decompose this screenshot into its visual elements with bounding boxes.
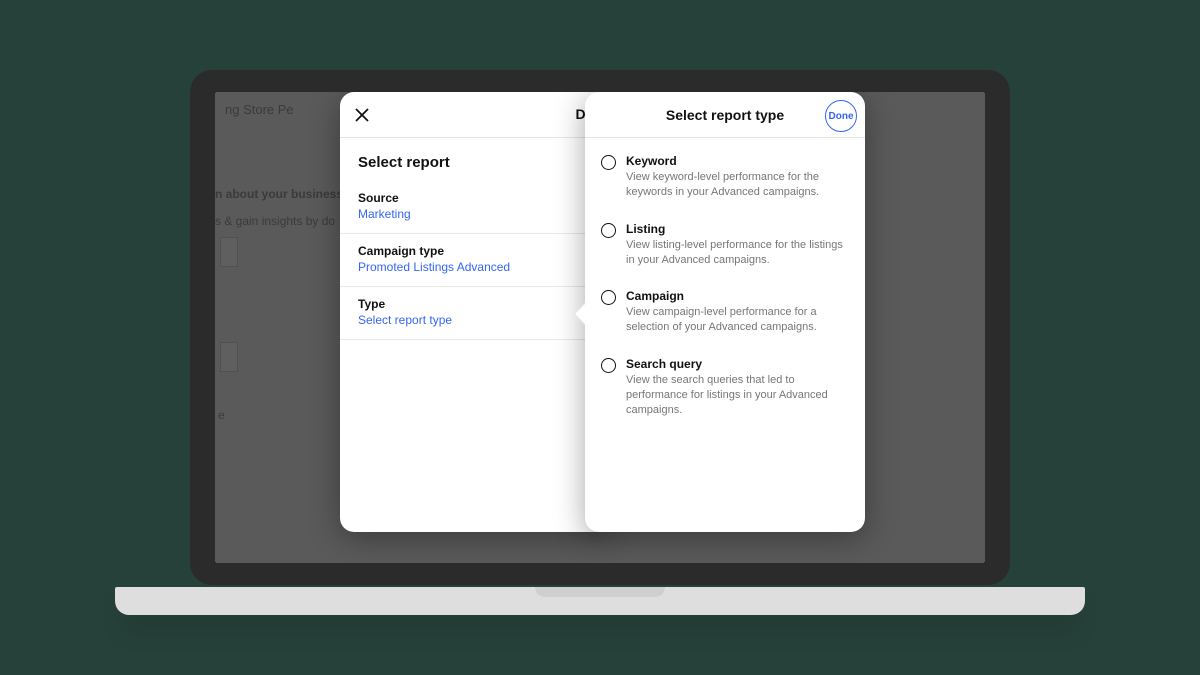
radio-icon <box>601 155 616 170</box>
row-value: Promoted Listings Advanced <box>358 260 592 274</box>
radio-icon <box>601 358 616 373</box>
screen: ng Store Pe n about your business s & ga… <box>215 92 985 563</box>
option-desc: View the search queries that led to perf… <box>626 373 849 418</box>
option-desc: View listing-level performance for the l… <box>626 238 849 268</box>
close-icon[interactable] <box>352 105 372 125</box>
select-report-type-panel: Select report type Done Keyword View key… <box>585 92 865 532</box>
laptop-frame: ng Store Pe n about your business s & ga… <box>190 70 1010 630</box>
option-desc: View campaign-level performance for a se… <box>626 305 849 335</box>
panel-header: Dov <box>340 92 610 138</box>
row-label: Campaign type <box>358 244 592 258</box>
laptop-bezel: ng Store Pe n about your business s & ga… <box>190 70 1010 585</box>
radio-icon <box>601 290 616 305</box>
option-listing[interactable]: Listing View listing-level performance f… <box>585 212 865 280</box>
select-report-panel: Dov Select report Source Marketing Campa… <box>340 92 610 532</box>
row-label: Type <box>358 297 592 311</box>
option-title: Campaign <box>626 289 849 303</box>
option-search-query[interactable]: Search query View the search queries tha… <box>585 347 865 430</box>
row-value: Marketing <box>358 207 592 221</box>
laptop-base <box>115 587 1085 615</box>
panel-title: Select report type <box>597 107 853 123</box>
row-value: Select report type <box>358 313 592 327</box>
laptop-notch <box>535 587 665 597</box>
row-type[interactable]: Type Select report type <box>340 287 610 340</box>
report-type-options: Keyword View keyword-level performance f… <box>585 138 865 436</box>
done-button[interactable]: Done <box>825 100 857 132</box>
option-title: Listing <box>626 222 849 236</box>
radio-icon <box>601 223 616 238</box>
row-label: Source <box>358 191 592 205</box>
option-title: Keyword <box>626 154 849 168</box>
row-source[interactable]: Source Marketing <box>340 181 610 234</box>
option-title: Search query <box>626 357 849 371</box>
option-keyword[interactable]: Keyword View keyword-level performance f… <box>585 144 865 212</box>
option-campaign[interactable]: Campaign View campaign-level performance… <box>585 279 865 347</box>
row-campaign-type[interactable]: Campaign type Promoted Listings Advanced <box>340 234 610 287</box>
select-report-heading: Select report <box>340 138 610 181</box>
panel-header: Select report type Done <box>585 92 865 138</box>
option-desc: View keyword-level performance for the k… <box>626 170 849 200</box>
